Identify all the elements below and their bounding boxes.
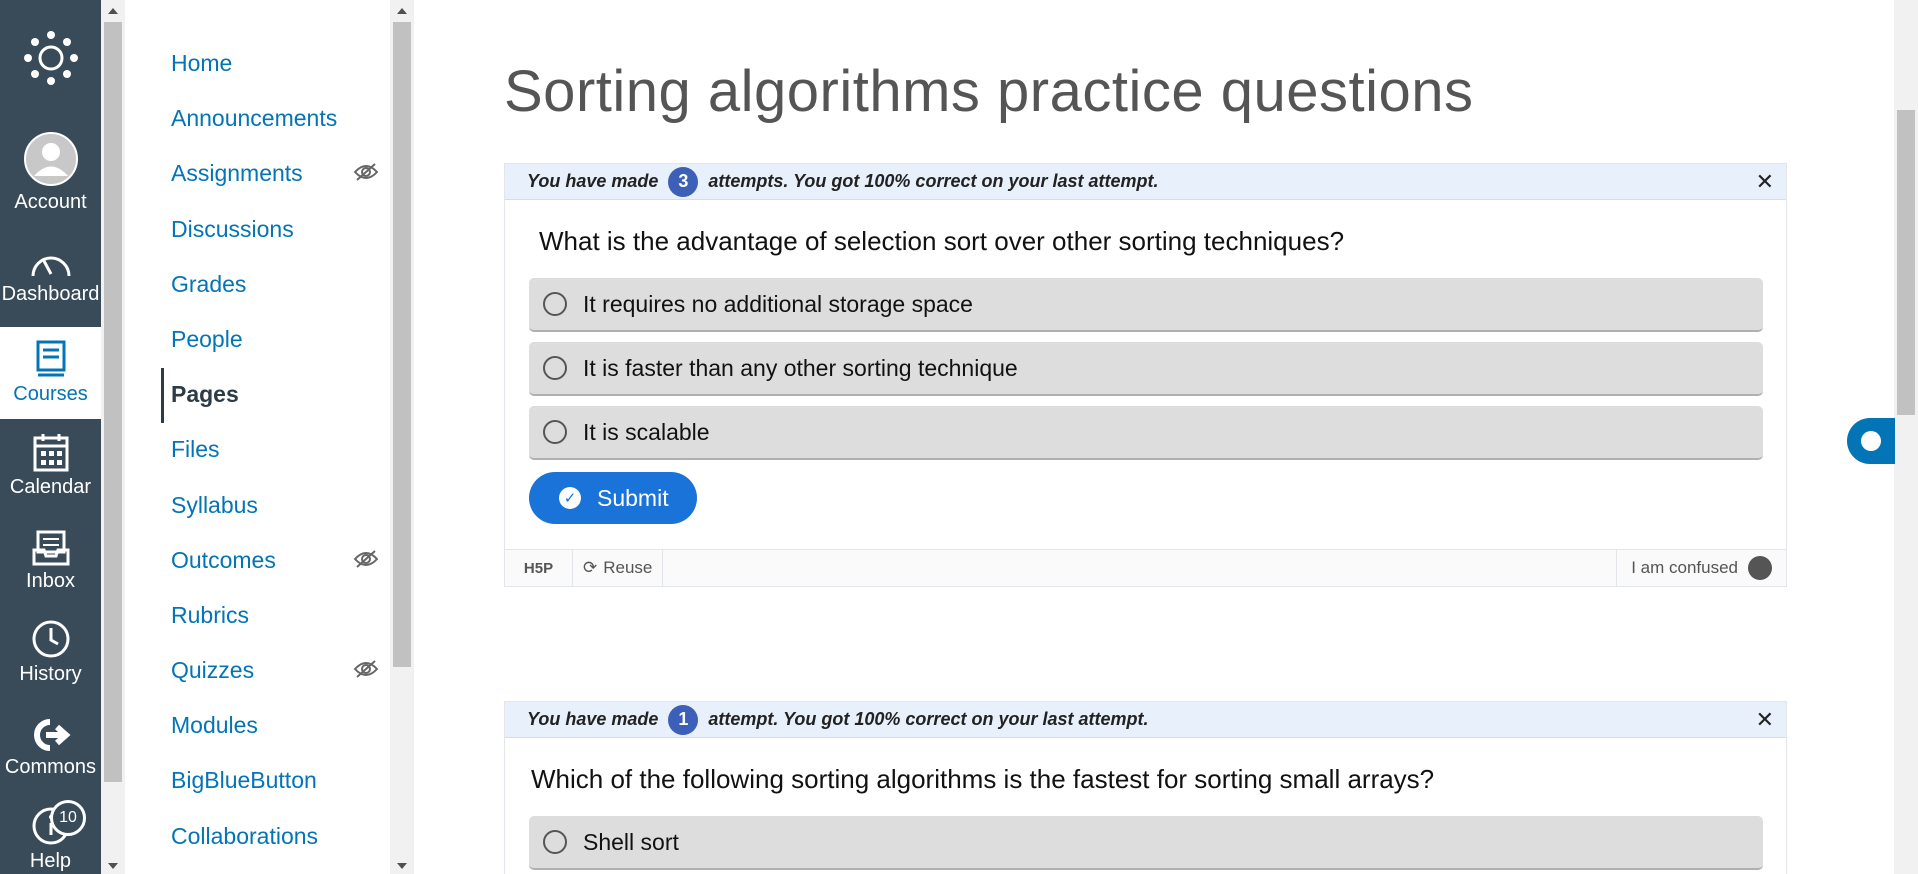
hidden-from-students-icon	[353, 163, 379, 181]
scroll-up-arrow-icon[interactable]	[397, 8, 407, 14]
scroll-down-arrow-icon[interactable]	[397, 863, 407, 869]
canvas-logo-icon[interactable]	[0, 30, 101, 100]
attempts-prefix: You have made	[527, 709, 659, 729]
question-text: Which of the following sorting algorithm…	[531, 764, 1435, 794]
calendar-icon	[33, 420, 69, 476]
page-title: Sorting algorithms practice questions	[504, 59, 1474, 124]
scrollbar-thumb[interactable]	[104, 22, 122, 782]
global-nav-help[interactable]: Help	[0, 794, 101, 874]
active-indicator	[161, 368, 164, 423]
global-nav-label: Account	[14, 191, 87, 213]
h5p-footer: H5P ⟳ Reuse I am confused	[505, 549, 1786, 586]
courses-icon	[35, 327, 67, 383]
answer-option[interactable]: Shell sort	[529, 816, 1763, 870]
page-scrollbar[interactable]	[1894, 0, 1918, 874]
answer-option-label: It is faster than any other sorting tech…	[583, 354, 1018, 381]
submit-label: Submit	[597, 484, 669, 511]
radio-button[interactable]	[543, 420, 567, 444]
attempts-count-badge: 1	[668, 704, 699, 735]
close-icon[interactable]: ✕	[1756, 169, 1774, 195]
attempts-prefix: You have made	[527, 171, 659, 191]
h5p-question-card: You have made 3 attempts. You got 100% c…	[504, 163, 1787, 587]
global-nav-commons[interactable]: Commons	[0, 700, 101, 792]
course-nav-people[interactable]: People	[171, 319, 243, 359]
global-nav-inbox[interactable]: Inbox	[0, 514, 101, 606]
radio-button[interactable]	[543, 356, 567, 380]
radio-button[interactable]	[543, 830, 567, 854]
answer-option-label: It is scalable	[583, 418, 710, 445]
course-nav-files[interactable]: Files	[171, 429, 220, 469]
course-nav-scrollbar[interactable]	[101, 0, 125, 874]
course-nav-outcomes[interactable]: Outcomes	[171, 540, 276, 580]
course-nav-inner-scrollbar[interactable]	[390, 0, 414, 874]
answer-option[interactable]: It is faster than any other sorting tech…	[529, 342, 1763, 396]
course-nav-quizzes[interactable]: Quizzes	[171, 650, 254, 690]
attempts-count-badge: 3	[668, 166, 699, 197]
answer-option-label: It requires no additional storage space	[583, 290, 973, 317]
question-text: What is the advantage of selection sort …	[539, 226, 1345, 256]
course-nav-home[interactable]: Home	[171, 43, 232, 83]
global-nav-label: Calendar	[9, 476, 92, 498]
global-nav-dashboard[interactable]: Dashboard	[0, 227, 101, 319]
inbox-icon	[32, 514, 70, 570]
global-nav-history[interactable]: History	[0, 607, 101, 699]
account-avatar-icon	[23, 132, 79, 191]
refresh-icon: ⟳	[583, 558, 598, 577]
global-nav: Account Dashboard Courses Calendar Inbox…	[0, 0, 101, 874]
global-nav-courses[interactable]: Courses	[0, 327, 101, 419]
attempts-banner: You have made 1 attempt. You got 100% co…	[505, 702, 1786, 738]
course-nav-bigbluebutton[interactable]: BigBlueButton	[171, 760, 317, 800]
reuse-label: Reuse	[603, 558, 653, 577]
course-nav-collaborations[interactable]: Collaborations	[171, 816, 318, 856]
dashboard-icon	[30, 227, 72, 283]
course-nav-modules[interactable]: Modules	[171, 705, 258, 745]
attempts-summary: attempts. You got 100% correct on your l…	[708, 171, 1159, 191]
h5p-logo-icon[interactable]: H5P	[505, 550, 573, 586]
global-nav-label: Dashboard	[1, 283, 100, 305]
global-nav-label: History	[19, 663, 82, 685]
answer-option-label: Shell sort	[583, 828, 679, 855]
radio-button[interactable]	[543, 292, 567, 316]
main-content: Sorting algorithms practice questions Yo…	[414, 0, 1894, 874]
submit-button[interactable]: ✓ Submit	[529, 472, 697, 524]
global-nav-label: Commons	[4, 756, 97, 778]
attempts-summary: attempt. You got 100% correct on your la…	[708, 709, 1149, 729]
course-nav-pages[interactable]: Pages	[171, 374, 239, 414]
global-nav-label: Courses	[13, 383, 88, 405]
history-icon	[31, 607, 71, 663]
course-nav-syllabus[interactable]: Syllabus	[171, 485, 258, 525]
confused-button[interactable]: I am confused	[1616, 550, 1786, 586]
global-nav-account[interactable]: Account	[0, 132, 101, 227]
hidden-from-students-icon	[353, 660, 379, 678]
floating-help-button[interactable]	[1847, 418, 1895, 464]
answer-option[interactable]: It is scalable	[529, 406, 1763, 460]
course-nav-grades[interactable]: Grades	[171, 264, 246, 304]
flag-icon	[1748, 556, 1772, 580]
course-nav-rubrics[interactable]: Rubrics	[171, 595, 249, 635]
hidden-from-students-icon	[353, 550, 379, 568]
global-nav-label: Help	[29, 850, 72, 872]
chat-icon	[1861, 431, 1881, 451]
global-nav-label: Inbox	[26, 570, 75, 592]
scroll-up-arrow-icon[interactable]	[108, 8, 118, 14]
course-nav-discussions[interactable]: Discussions	[171, 209, 294, 249]
scroll-down-arrow-icon[interactable]	[108, 863, 118, 869]
answer-option[interactable]: It requires no additional storage space	[529, 278, 1763, 332]
check-circle-icon: ✓	[559, 487, 581, 509]
help-notification-badge: 10	[50, 800, 86, 836]
confused-label: I am confused	[1631, 558, 1738, 577]
course-nav-assignments[interactable]: Assignments	[171, 153, 303, 193]
close-icon[interactable]: ✕	[1756, 707, 1774, 733]
h5p-question-card: You have made 1 attempt. You got 100% co…	[504, 701, 1787, 874]
scrollbar-thumb[interactable]	[1897, 110, 1915, 415]
commons-icon	[30, 700, 72, 756]
reuse-button[interactable]: ⟳ Reuse	[573, 550, 664, 586]
global-nav-calendar[interactable]: Calendar	[0, 420, 101, 512]
attempts-banner: You have made 3 attempts. You got 100% c…	[505, 164, 1786, 200]
scrollbar-thumb[interactable]	[393, 22, 411, 667]
course-nav: Home Announcements Assignments Discussio…	[125, 0, 390, 874]
course-nav-announcements[interactable]: Announcements	[171, 98, 337, 138]
